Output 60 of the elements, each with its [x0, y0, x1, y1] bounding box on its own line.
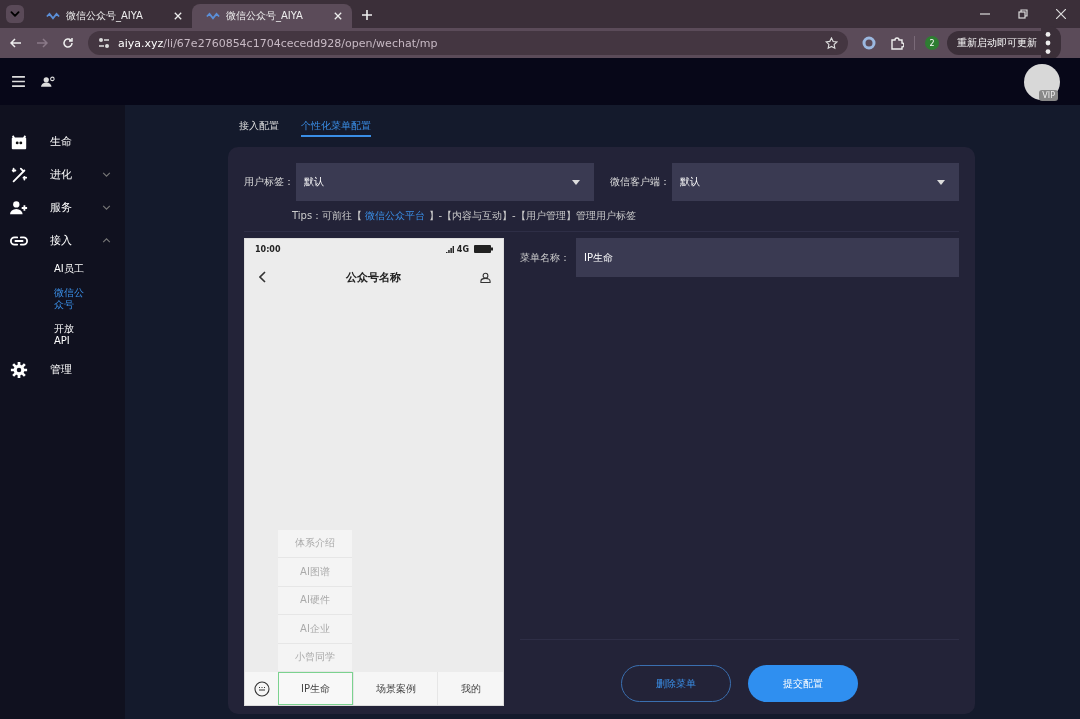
menu-tab[interactable]: 场景案例	[353, 672, 437, 705]
network-label: 4G	[456, 244, 469, 254]
puzzle-icon[interactable]	[890, 36, 904, 50]
update-button[interactable]: 重新启动即可更新	[947, 31, 1041, 55]
tips-text: Tips：可前往【 微信公众平台 】-【内容与互动】-【用户管理】管理用户标签	[291, 209, 637, 223]
menu-icon[interactable]	[12, 76, 25, 87]
people-icon	[10, 198, 28, 217]
vip-badge: VIP	[1039, 90, 1058, 101]
field-label: 微信客户端：	[609, 175, 670, 189]
restore-icon[interactable]	[1018, 9, 1028, 19]
field-label: 菜单名称：	[520, 250, 571, 265]
account-name: 公众号名称	[345, 269, 401, 285]
menu-tab[interactable]: IP生命	[278, 672, 353, 705]
select-field[interactable]: 默认	[296, 163, 594, 201]
back-icon[interactable]	[259, 271, 266, 283]
avatar[interactable]	[1024, 63, 1060, 100]
page-tab[interactable]: 接入配置	[239, 119, 279, 137]
gear-icon	[10, 360, 28, 379]
sidebar-item[interactable]: 服务	[0, 191, 125, 224]
status-time: 10:00	[255, 244, 281, 254]
sidebar-subitem[interactable]: 微信公众号	[0, 281, 88, 317]
robot-icon	[10, 132, 28, 151]
ring-icon[interactable]	[862, 36, 876, 50]
platform-link[interactable]: 微信公众平台	[365, 210, 426, 221]
sidebar-subitem[interactable]: 开放API	[0, 317, 88, 353]
caret-icon	[571, 179, 580, 185]
sidebar-item[interactable]: 接入	[0, 224, 125, 257]
caret-icon	[937, 179, 945, 185]
close-icon[interactable]	[1056, 9, 1066, 19]
battery-icon	[474, 245, 493, 253]
url-text: aiya.xyz/li/67e2760854c1704cecedd928/open/wechat/mp	[118, 36, 438, 50]
close-icon[interactable]	[334, 12, 342, 20]
field-label: 用户标签：	[244, 175, 294, 189]
sidebar-item[interactable]: 进化	[0, 158, 125, 191]
close-icon[interactable]	[174, 12, 182, 20]
signal-icon	[445, 245, 454, 253]
address-bar[interactable]: aiya.xyz/li/67e2760854c1704cecedd928/open/wechat/mp	[88, 31, 848, 55]
browser-tab[interactable]: 微信公众号_AIYA	[32, 4, 192, 28]
menu-name-field[interactable]: IP生命	[576, 238, 959, 277]
reload-icon[interactable]	[62, 37, 74, 49]
menu-tab[interactable]: 我的	[437, 672, 503, 705]
keyboard-icon[interactable]	[253, 680, 270, 697]
browser-tab[interactable]: 微信公众号_AIYA	[192, 4, 352, 28]
sidebar-subitem[interactable]: AI员工	[0, 257, 88, 281]
page-tab[interactable]: 个性化菜单配置	[301, 119, 371, 137]
tab-title: 微信公众号_AIYA	[66, 9, 144, 23]
site-settings-icon[interactable]	[98, 37, 110, 49]
sidebar-item[interactable]: 管理	[0, 353, 125, 386]
sidebar-item[interactable]: 生命	[0, 125, 125, 158]
wand-icon	[10, 165, 28, 184]
tab-title: 微信公众号_AIYA	[226, 9, 304, 23]
new-tab-icon[interactable]	[362, 10, 372, 20]
profile-icon[interactable]	[480, 271, 491, 283]
wave-icon	[46, 11, 60, 21]
select-field[interactable]: 默认	[671, 163, 959, 201]
tab-search-icon[interactable]	[6, 5, 24, 23]
wave-icon	[206, 11, 220, 21]
star-icon[interactable]	[825, 36, 838, 50]
people-icon[interactable]	[41, 76, 55, 87]
extension-badge[interactable]: 2	[925, 36, 939, 50]
